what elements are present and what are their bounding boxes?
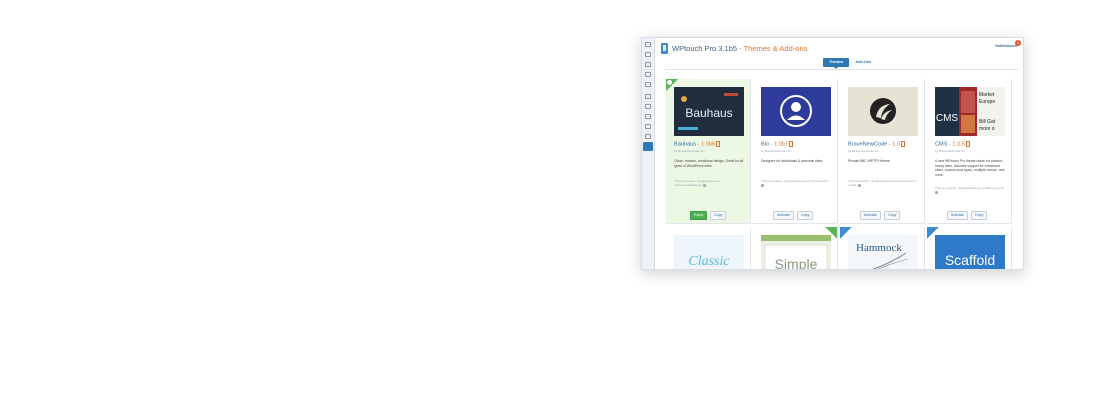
image-icon[interactable] [645, 94, 651, 99]
page-subtitle: Themes & Add-ons [743, 44, 808, 53]
themes-grid: Bauhaus Bauhaus - 1.0b6 by BraveNewCode … [666, 79, 1023, 270]
copy-button[interactable]: Copy [797, 211, 814, 220]
theme-description: Private BNC WPTP3 theme. [848, 159, 891, 163]
theme-card-simple[interactable]: Simple [753, 227, 838, 270]
thumb-side-text-1: Market [979, 92, 995, 98]
theme-card-hammock[interactable]: Hammock [840, 227, 925, 269]
wrench-icon[interactable] [645, 104, 651, 109]
thumb-text: Bauhaus [685, 106, 732, 120]
chat-icon[interactable] [645, 82, 651, 87]
pencil-icon[interactable] [645, 52, 651, 57]
theme-description: Clean, modern, functional design. Great … [674, 159, 744, 168]
theme-location-text: Theme location: /plugins/wptouch-pro/the… [935, 186, 1004, 190]
setup-button[interactable]: Setup [690, 211, 708, 220]
copy-button[interactable]: Copy [884, 211, 901, 220]
tab-divider [665, 69, 1018, 70]
thumb-text: CMS [936, 113, 959, 124]
info-icon [900, 141, 905, 147]
main-panel: WPtouch Pro 3.1b5 - Themes & Add-ons Not… [655, 38, 1023, 269]
help-icon[interactable] [761, 184, 764, 188]
theme-version: - 1.0 [887, 141, 900, 148]
admin-sidebar [642, 38, 655, 269]
theme-location: Theme location: /plugins/wptouch-pro/the… [935, 186, 1005, 195]
theme-thumbnail [761, 87, 831, 136]
theme-card-classic[interactable]: Classic [666, 227, 751, 269]
theme-card-cms[interactable]: CMS Market Europe Bill Gat more o CMS - … [927, 79, 1012, 224]
copy-button[interactable]: Copy [971, 211, 988, 220]
theme-thumbnail: Simple [761, 235, 831, 270]
help-icon[interactable] [935, 191, 938, 195]
theme-thumbnail [848, 87, 918, 136]
theme-location: Theme location: /plugins/wptouch-pro/the… [674, 179, 744, 188]
notifications-link[interactable]: Notifications [995, 44, 1017, 48]
theme-author: by BraveNewCode Inc. [935, 149, 967, 153]
theme-location: Theme location: /plugins/wptouch-pro/the… [761, 179, 831, 188]
theme-title[interactable]: Bio - 1.0b1 [761, 141, 794, 148]
theme-thumbnail: CMS Market Europe Bill Gat more o [935, 87, 1005, 136]
wptouch-logo-icon [661, 43, 668, 54]
theme-name: Bio [761, 141, 770, 148]
theme-thumbnail: Bauhaus [674, 87, 744, 136]
theme-version: - 1.0.5 [947, 141, 965, 148]
theme-card-bravenewcode[interactable]: BraveNewCode - 1.0 by BraveNewCode Inc. … [840, 79, 925, 224]
tab-add-ons[interactable]: Add-Ons [849, 58, 877, 67]
page-title: WPtouch Pro 3.1b5 - Themes & Add-ons [672, 44, 807, 53]
theme-title[interactable]: BraveNewCode - 1.0 [848, 141, 905, 147]
theme-thumbnail: Hammock [848, 235, 918, 269]
list-icon[interactable] [645, 124, 651, 129]
theme-name: Bauhaus [674, 141, 697, 148]
theme-card-scaffold[interactable]: Scaffold [927, 227, 1012, 269]
installed-flag-icon [825, 227, 837, 239]
tab-themes[interactable]: Themes [823, 58, 850, 69]
tab-bar: Themes Add-Ons [823, 58, 877, 69]
theme-description: Designed for individuals & personal site… [761, 159, 824, 163]
info-icon [789, 141, 794, 147]
theme-author: by BraveNewCode Inc. [674, 149, 706, 153]
theme-version: - 1.0b6 [696, 141, 716, 148]
theme-card-bauhaus[interactable]: Bauhaus Bauhaus - 1.0b6 by BraveNewCode … [666, 79, 751, 224]
app-name: WPtouch Pro 3.1b5 [672, 44, 738, 53]
theme-name: CMS [935, 141, 948, 148]
theme-name: BraveNewCode [848, 141, 888, 148]
help-icon[interactable] [703, 184, 707, 188]
thumb-side-text-3: Bill Gat [979, 119, 996, 125]
themes-icon[interactable] [643, 142, 653, 151]
page-icon[interactable] [645, 72, 651, 77]
copy-button[interactable]: Copy [710, 211, 727, 220]
theme-location-text: Theme location: /plugins/wptouch-pro/the… [761, 179, 829, 183]
help-icon[interactable] [858, 184, 861, 188]
theme-description: A new WPtouch Pro theme made for content… [935, 159, 1005, 177]
theme-thumbnail: Scaffold [935, 235, 1005, 269]
activate-button[interactable]: Activate [773, 211, 794, 220]
theme-version: - 1.0b1 [769, 141, 789, 148]
theme-location-text: Theme location: /plugins/wptouch-pro/the… [674, 179, 721, 188]
thumb-text: Classic [688, 254, 730, 269]
thumb-side-text-2: Europe [979, 99, 995, 105]
theme-location: Theme location: /plugins/wptouch-pro/the… [848, 179, 918, 188]
copy-icon[interactable] [645, 114, 651, 119]
thumb-side-text-4: more o [979, 126, 995, 132]
activate-button[interactable]: Activate [860, 211, 881, 220]
thumb-text: Scaffold [945, 252, 995, 268]
screenshot-window: WPtouch Pro 3.1b5 - Themes & Add-ons Not… [641, 37, 1024, 270]
theme-card-bio[interactable]: Bio - 1.0b1 by BraveNewCode Inc. Designe… [753, 79, 838, 224]
dashboard-icon[interactable] [645, 42, 651, 47]
layers-icon[interactable] [645, 62, 651, 67]
theme-author: by BraveNewCode Inc. [761, 149, 793, 153]
theme-title[interactable]: Bauhaus - 1.0b6 [674, 141, 721, 148]
grid-icon[interactable] [645, 134, 651, 139]
thumb-text: Hammock [856, 242, 902, 254]
theme-thumbnail: Classic [674, 235, 744, 269]
info-icon [716, 141, 721, 147]
theme-author: by BraveNewCode Inc. [848, 149, 880, 153]
thumb-text: Simple [775, 256, 818, 270]
info-icon [965, 141, 970, 147]
notifications-count-badge: 4 [1015, 40, 1021, 46]
theme-title[interactable]: CMS - 1.0.5 [935, 141, 970, 147]
activate-button[interactable]: Activate [947, 211, 968, 220]
